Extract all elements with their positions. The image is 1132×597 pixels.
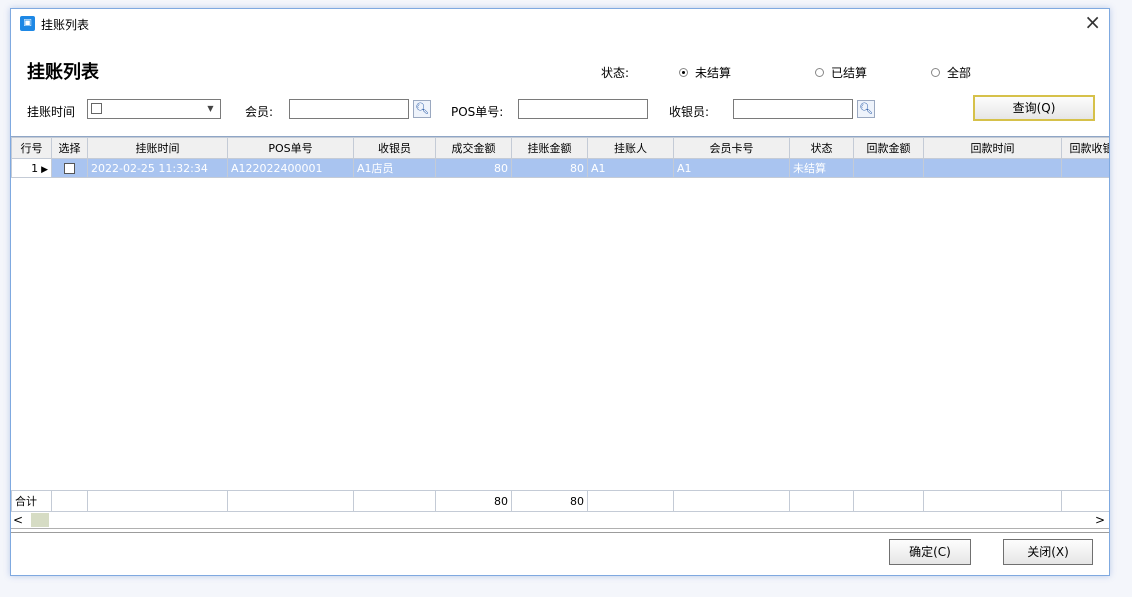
member-label: 会员: bbox=[245, 105, 274, 119]
credit-person-cell: A1 bbox=[587, 158, 674, 178]
pos-label: POS单号: bbox=[451, 105, 504, 119]
page-title: 挂账列表 bbox=[27, 62, 99, 83]
row-number: 1 bbox=[31, 161, 39, 175]
confirm-button[interactable]: 确定(C) bbox=[889, 539, 971, 565]
cashier-cell: A1店员 bbox=[353, 158, 436, 178]
totals-credit-amount: 80 bbox=[511, 490, 588, 512]
radio-label: 已结算 bbox=[831, 66, 868, 80]
date-picker[interactable]: ▼ bbox=[87, 99, 221, 119]
col-header[interactable]: 回款时间 bbox=[923, 137, 1062, 159]
close-button[interactable]: 关闭(X) bbox=[1003, 539, 1093, 565]
status-label: 状态: bbox=[601, 66, 630, 80]
row-select-checkbox[interactable] bbox=[64, 163, 75, 174]
col-header[interactable]: POS单号 bbox=[227, 137, 354, 159]
cashier-search-icon[interactable]: 🔍︎ bbox=[857, 100, 875, 118]
footer-divider bbox=[11, 532, 1109, 533]
totals-cell bbox=[51, 490, 88, 512]
col-header[interactable]: 状态 bbox=[789, 137, 854, 159]
radio-dot-icon bbox=[931, 68, 940, 77]
window-title: 挂账列表 bbox=[41, 18, 90, 32]
chevron-down-icon[interactable]: ▼ bbox=[203, 102, 218, 116]
totals-cell bbox=[587, 490, 674, 512]
credit-amount-cell: 80 bbox=[511, 158, 588, 178]
col-header[interactable]: 挂账金额 bbox=[511, 137, 588, 159]
close-icon[interactable]: × bbox=[1084, 11, 1101, 33]
totals-cell bbox=[853, 490, 924, 512]
pos-cell: A122022400001 bbox=[227, 158, 354, 178]
totals-cell bbox=[1061, 490, 1109, 512]
scroll-thumb[interactable] bbox=[31, 513, 49, 527]
cashier-input[interactable] bbox=[733, 99, 853, 119]
radio-dot-icon bbox=[815, 68, 824, 77]
totals-deal-amount: 80 bbox=[435, 490, 512, 512]
col-header[interactable]: 挂账时间 bbox=[87, 137, 228, 159]
radio-all[interactable]: 全部 bbox=[931, 64, 971, 81]
date-enable-checkbox[interactable] bbox=[91, 103, 102, 114]
radio-settled[interactable]: 已结算 bbox=[815, 64, 867, 81]
time-cell: 2022-02-25 11:32:34 bbox=[87, 158, 228, 178]
totals-cell bbox=[789, 490, 854, 512]
col-header[interactable]: 选择 bbox=[51, 137, 88, 159]
col-header[interactable]: 回款金额 bbox=[853, 137, 924, 159]
member-card-cell: A1 bbox=[673, 158, 790, 178]
credit-list-window: ▣ 挂账列表 × 挂账列表 状态: 未结算 已结算 全部 挂账时间 ▼ 会员: … bbox=[10, 8, 1110, 576]
title-bar: ▣ 挂账列表 × bbox=[11, 9, 1109, 37]
status-cell: 未结算 bbox=[789, 158, 854, 178]
table-row[interactable]: 1 ▶ 2022-02-25 11:32:34 A122022400001 A1店… bbox=[11, 158, 1109, 178]
deal-amount-cell: 80 bbox=[435, 158, 512, 178]
scroll-right-icon[interactable]: > bbox=[1095, 512, 1105, 528]
table-header: 行号 选择 挂账时间 POS单号 收银员 成交金额 挂账金额 挂账人 会员卡号 … bbox=[11, 137, 1109, 159]
col-header[interactable]: 回款收银 bbox=[1061, 137, 1109, 159]
date-label: 挂账时间 bbox=[27, 105, 76, 119]
totals-cell bbox=[87, 490, 228, 512]
refund-cashier-cell bbox=[1061, 158, 1109, 178]
pos-number-input[interactable] bbox=[518, 99, 648, 119]
totals-cell bbox=[353, 490, 436, 512]
row-number-cell: 1 ▶ bbox=[11, 158, 52, 178]
app-icon: ▣ bbox=[20, 16, 35, 31]
totals-cell bbox=[673, 490, 790, 512]
col-header[interactable]: 行号 bbox=[11, 137, 52, 159]
cashier-label: 收银员: bbox=[669, 105, 710, 119]
col-header[interactable]: 收银员 bbox=[353, 137, 436, 159]
totals-row: 合计 80 80 bbox=[11, 490, 1109, 512]
col-header[interactable]: 会员卡号 bbox=[673, 137, 790, 159]
col-header[interactable]: 挂账人 bbox=[587, 137, 674, 159]
member-input[interactable] bbox=[289, 99, 409, 119]
col-header[interactable]: 成交金额 bbox=[435, 137, 512, 159]
scroll-left-icon[interactable]: < bbox=[13, 512, 23, 528]
credit-table: 行号 选择 挂账时间 POS单号 收银员 成交金额 挂账金额 挂账人 会员卡号 … bbox=[11, 136, 1109, 513]
query-button[interactable]: 查询(Q) bbox=[973, 95, 1095, 121]
credit-table-body: 行号 选择 挂账时间 POS单号 收银员 成交金额 挂账金额 挂账人 会员卡号 … bbox=[11, 137, 1109, 178]
select-cell[interactable] bbox=[51, 158, 88, 178]
refund-amount-cell bbox=[853, 158, 924, 178]
radio-label: 未结算 bbox=[695, 66, 732, 80]
radio-unsettled[interactable]: 未结算 bbox=[679, 64, 731, 81]
totals-cell bbox=[227, 490, 354, 512]
horizontal-scrollbar[interactable]: < > bbox=[11, 512, 1109, 529]
member-search-icon[interactable]: 🔍︎ bbox=[413, 100, 431, 118]
refund-time-cell bbox=[923, 158, 1062, 178]
totals-cell bbox=[923, 490, 1062, 512]
radio-dot-icon bbox=[679, 68, 688, 77]
totals-label: 合计 bbox=[11, 490, 52, 512]
row-pointer-icon: ▶ bbox=[41, 164, 48, 175]
radio-label: 全部 bbox=[947, 66, 972, 80]
